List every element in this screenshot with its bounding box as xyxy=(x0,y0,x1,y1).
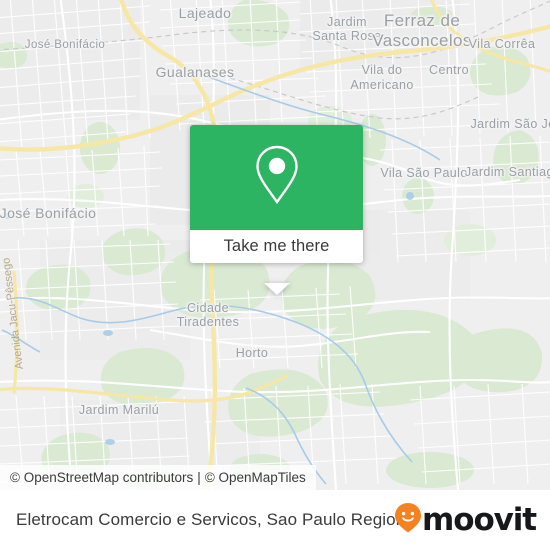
footer-bar: Eletrocam Comercio e Servicos, Sao Paulo… xyxy=(0,490,550,550)
map-canvas[interactable]: .bgfill{fill:#efefef} .park{fill:#d9e9d2… xyxy=(0,0,550,490)
take-me-there-button[interactable]: Take me there xyxy=(190,230,363,263)
attribution-osm[interactable]: © OpenStreetMap contributors xyxy=(10,470,193,485)
callout-arrow xyxy=(263,283,290,295)
page-title: Eletrocam Comercio e Servicos, Sao Paulo… xyxy=(16,510,406,529)
attribution-tiles[interactable]: © OpenMapTiles xyxy=(205,470,306,485)
take-me-there-label: Take me there xyxy=(223,237,330,255)
map-pin-icon xyxy=(254,144,300,211)
map-screenshot: .bgfill{fill:#efefef} .park{fill:#d9e9d2… xyxy=(0,0,550,550)
location-callout[interactable]: Take me there xyxy=(190,125,363,295)
moovit-pin-icon xyxy=(394,502,422,538)
callout-icon-panel xyxy=(190,125,363,230)
moovit-logo[interactable]: moovit xyxy=(394,501,537,538)
attribution-separator: | xyxy=(197,470,201,485)
map-attribution: © OpenStreetMap contributors | © OpenMap… xyxy=(0,465,316,490)
moovit-wordmark: moovit xyxy=(422,501,537,538)
